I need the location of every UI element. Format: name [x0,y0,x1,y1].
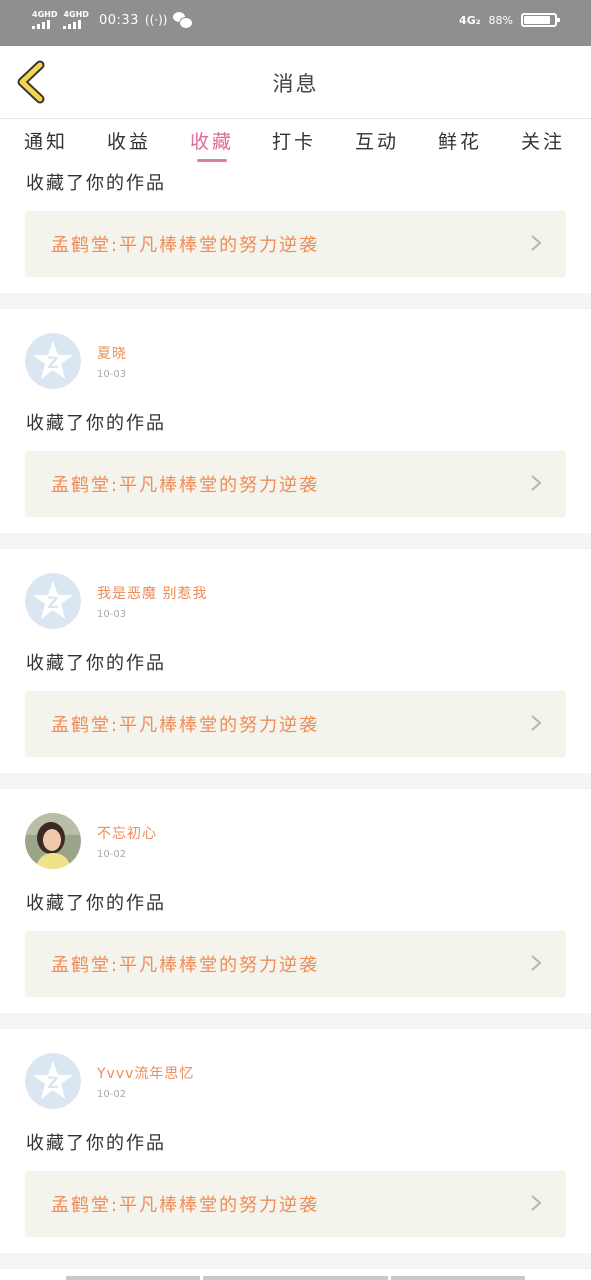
divider [0,293,591,309]
divider [0,533,591,549]
tab-interaction[interactable]: 互动 [355,127,399,154]
active-tab-indicator [197,159,227,162]
work-title: 孟鹤堂:平凡棒棒堂的努力逆袭 [51,475,320,496]
timestamp: 10-02 [97,1089,127,1100]
chevron-right-icon [531,475,542,491]
battery-icon [521,13,560,27]
status-bar: 4GHD 4GHD 00:33 ((·)) 4G₂ 88% [0,0,591,46]
tab-checkin[interactable]: 打卡 [272,127,316,154]
hotspot-icon: ((·)) [144,13,168,27]
work-card[interactable]: 孟鹤堂:平凡棒棒堂的努力逆袭 [25,1171,566,1237]
battery-percent: 88% [488,13,513,27]
svg-text:Z: Z [47,593,59,612]
work-card[interactable]: 孟鹤堂:平凡棒棒堂的努力逆袭 [25,451,566,517]
tab-flowers[interactable]: 鲜花 [438,127,482,154]
user-name[interactable]: 夏晓 [97,343,127,363]
timestamp: 10-02 [97,849,127,860]
divider [0,1013,591,1029]
work-card[interactable]: 孟鹤堂:平凡棒棒堂的努力逆袭 [25,931,566,997]
clock: 00:33 [98,12,139,28]
work-card[interactable]: 孟鹤堂:平凡棒棒堂的努力逆袭 [25,691,566,757]
default-avatar-icon: Z [25,333,81,389]
chevron-right-icon [531,715,542,731]
default-avatar-icon: Z [25,573,81,629]
wechat-icon [173,12,194,29]
message-text: 收藏了你的作品 [26,173,166,194]
work-title: 孟鹤堂:平凡棒棒堂的努力逆袭 [51,715,320,736]
network-indicator: 4G₂ [459,13,481,27]
signal-icon-2: 4GHD [63,11,89,29]
tab-follow[interactable]: 关注 [521,127,565,154]
tab-notice[interactable]: 通知 [24,127,68,154]
user-name[interactable]: Yvvv流年思忆 [97,1063,194,1083]
message-text: 收藏了你的作品 [26,413,166,434]
tab-bar: 通知 收益 收藏 打卡 互动 鲜花 关注 [0,119,591,163]
avatar[interactable]: Z [25,333,81,389]
navigation-gesture-bar [66,1276,525,1280]
divider [0,773,591,789]
work-card[interactable]: 孟鹤堂:平凡棒棒堂的努力逆袭 [25,211,566,277]
page-title: 消息 [272,72,319,96]
chevron-right-icon [531,1195,542,1211]
avatar[interactable] [25,813,81,869]
timestamp: 10-03 [97,369,127,380]
svg-text:Z: Z [47,1073,59,1092]
svg-text:Z: Z [47,353,59,372]
user-photo-avatar [25,813,81,869]
message-text: 收藏了你的作品 [26,1133,166,1154]
signal-icon: 4GHD [32,11,57,29]
user-name[interactable]: 不忘初心 [97,823,157,843]
default-avatar-icon: Z [25,1053,81,1109]
header: 消息 [0,46,591,119]
tab-favorites[interactable]: 收藏 [190,127,234,154]
work-title: 孟鹤堂:平凡棒棒堂的努力逆袭 [51,955,320,976]
user-name[interactable]: 我是恶魔 别惹我 [97,583,207,603]
avatar[interactable]: Z [25,1053,81,1109]
timestamp: 10-03 [97,609,127,620]
work-title: 孟鹤堂:平凡棒棒堂的努力逆袭 [51,1195,320,1216]
avatar[interactable]: Z [25,573,81,629]
divider [0,1253,591,1269]
chevron-right-icon [531,235,542,251]
message-text: 收藏了你的作品 [26,893,166,914]
message-text: 收藏了你的作品 [26,653,166,674]
tab-earnings[interactable]: 收益 [107,127,151,154]
chevron-right-icon [531,955,542,971]
work-title: 孟鹤堂:平凡棒棒堂的努力逆袭 [51,235,320,256]
